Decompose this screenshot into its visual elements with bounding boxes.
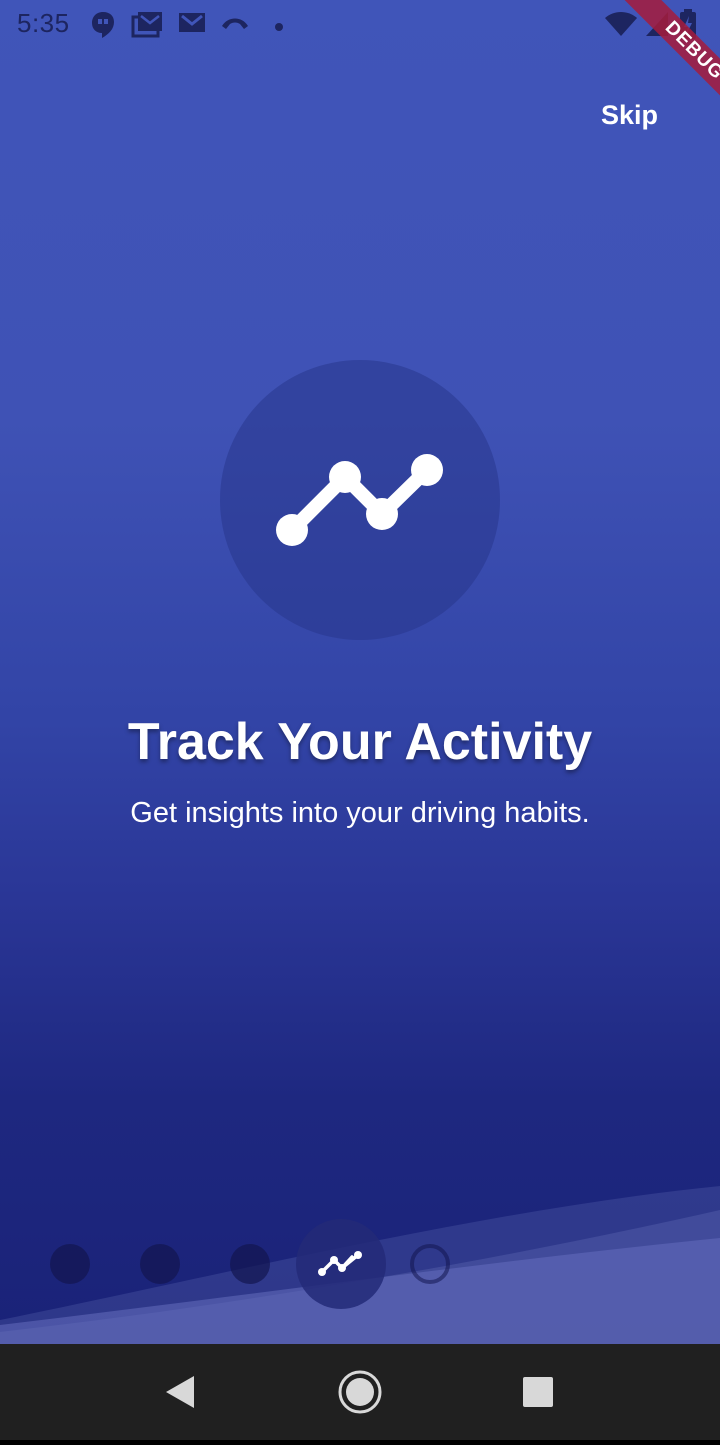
home-button[interactable] [300,1344,420,1440]
recents-icon [523,1377,553,1407]
page-indicator-active-dot[interactable] [296,1219,386,1309]
notification-dot-icon [274,19,284,37]
recents-button[interactable] [478,1344,598,1440]
system-navigation-bar [0,1344,720,1440]
status-time: 5:35 [17,8,70,38]
page-indicator-dot-5[interactable] [410,1244,450,1284]
hangouts-icon [90,10,116,45]
hero-icon-circle [220,360,500,640]
home-icon [338,1370,382,1414]
page-subtitle: Get insights into your driving habits. [130,797,590,829]
gmail-stack-icon [131,10,163,43]
page-indicator-dot-3[interactable] [230,1244,270,1284]
missed-call-icon [220,10,250,39]
page-indicator-dot-2[interactable] [140,1244,180,1284]
back-button[interactable] [120,1344,240,1440]
gmail-icon [178,10,206,39]
page-indicator-dot-1[interactable] [50,1244,90,1284]
skip-button[interactable]: Skip [601,100,658,131]
onboarding-screen: 5:35 DEBUG Skip Track Your Activity Get … [0,0,720,1344]
trending-line-icon [276,454,443,546]
page-title: Track Your Activity [127,713,593,771]
trending-line-icon [318,1251,362,1276]
back-icon [166,1376,194,1408]
